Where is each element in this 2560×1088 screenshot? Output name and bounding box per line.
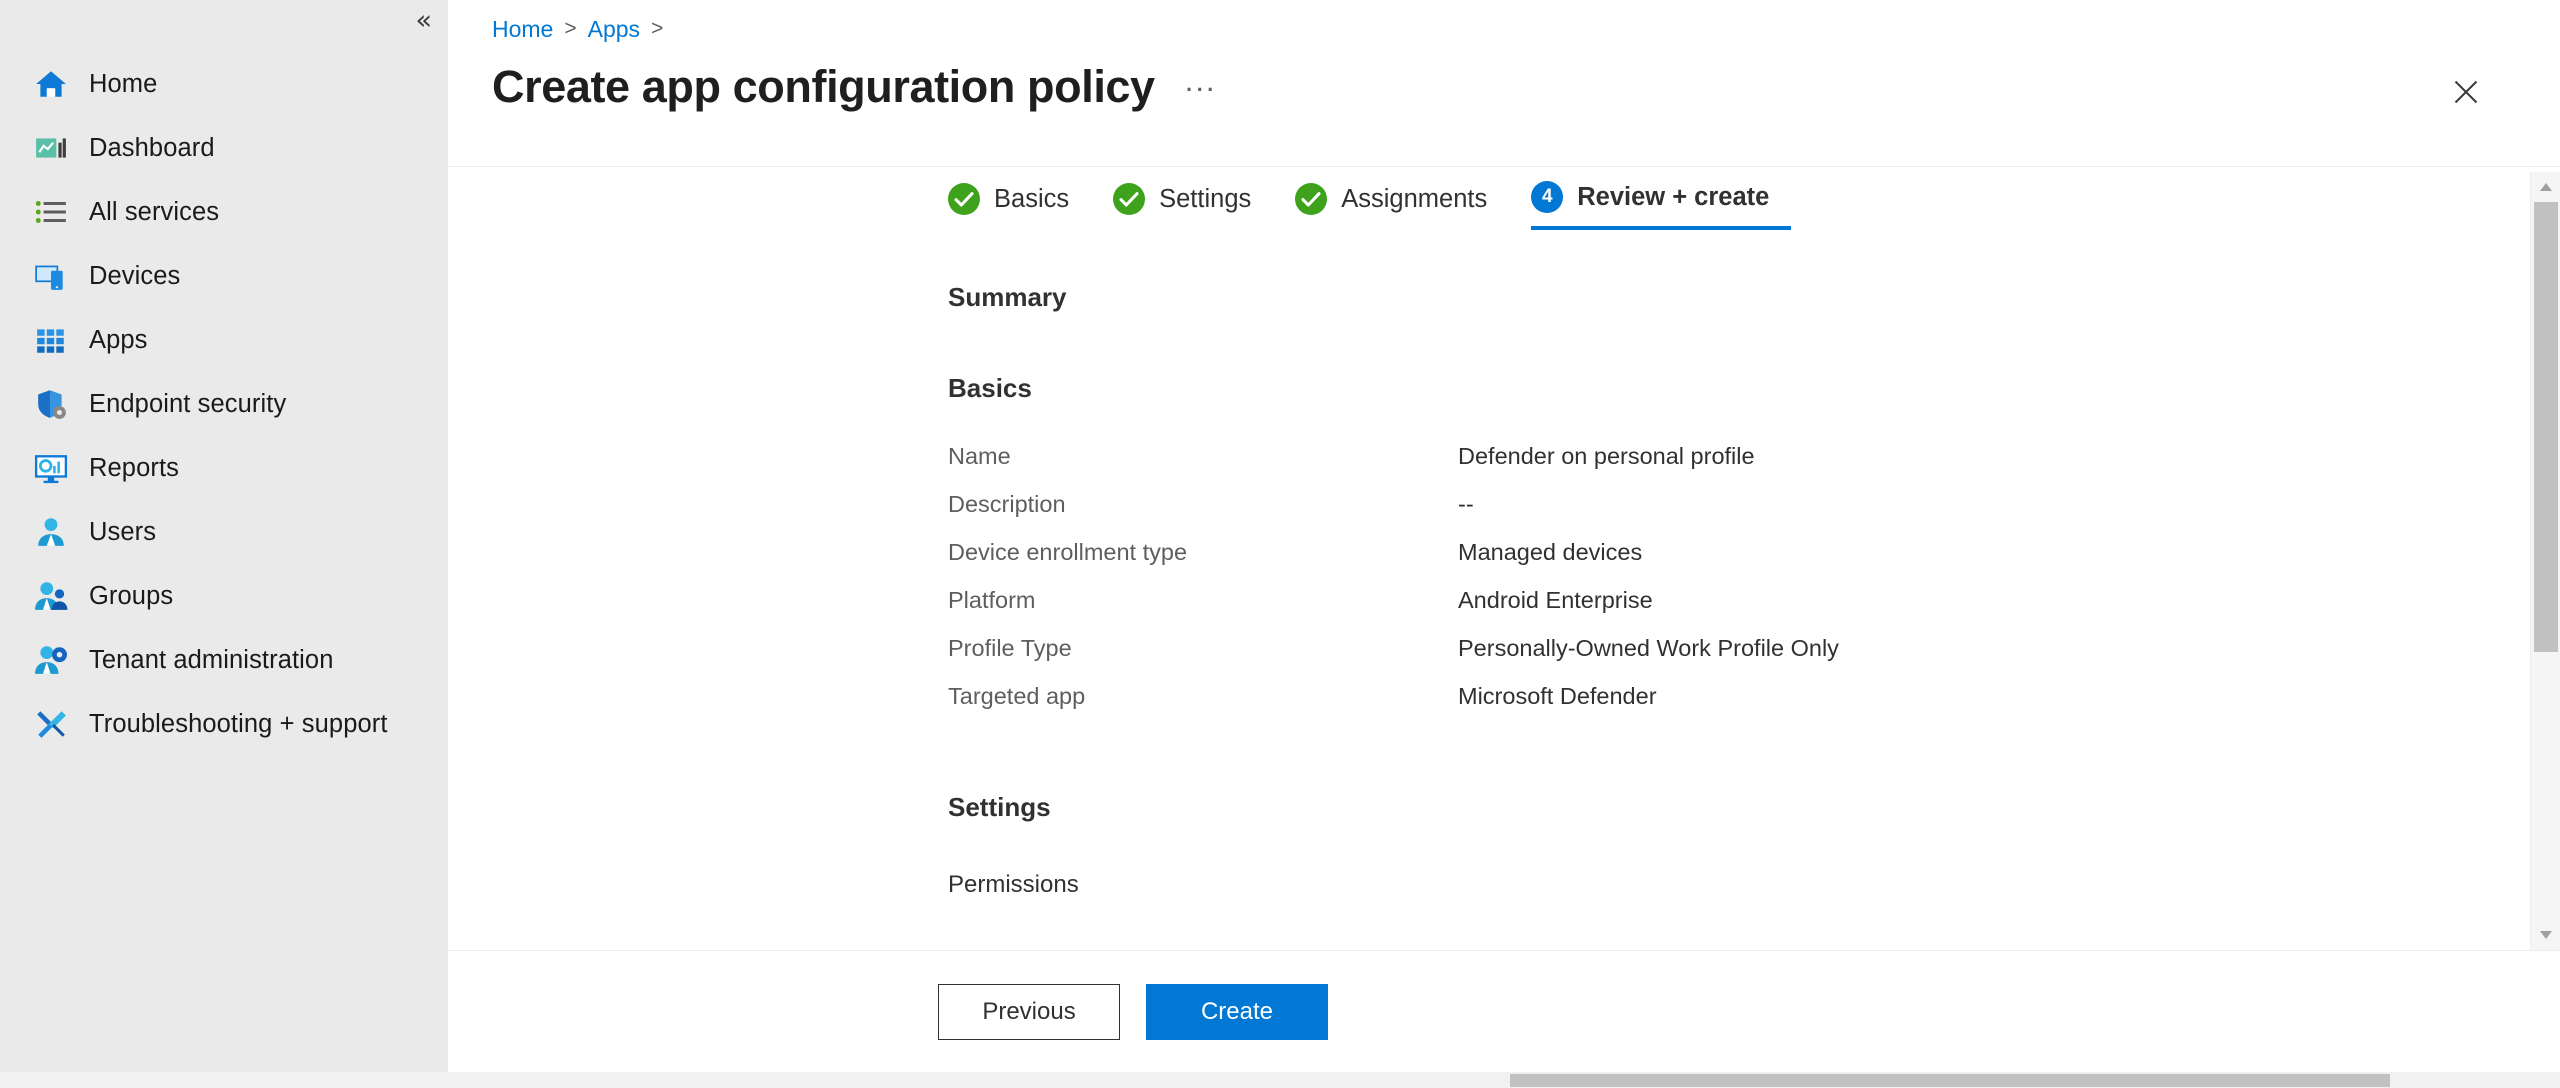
check-circle-icon <box>948 183 980 215</box>
table-row: Profile Type Personally-Owned Work Profi… <box>948 624 2560 672</box>
left-navigation-sidebar: « Home Dashboard All services Devices Ap… <box>0 0 448 1088</box>
scrollbar-thumb[interactable] <box>2534 202 2558 652</box>
property-value: Android Enterprise <box>1458 586 1653 613</box>
collapse-sidebar-icon[interactable]: « <box>415 7 431 34</box>
close-icon <box>2454 80 2478 104</box>
sidebar-item-home[interactable]: Home <box>0 52 448 116</box>
basics-heading: Basics <box>948 373 1032 403</box>
sidebar-item-label: All services <box>89 197 220 226</box>
shield-gear-icon <box>34 387 68 421</box>
sidebar-item-label: Reports <box>89 453 179 482</box>
intune-admin-center: « Home Dashboard All services Devices Ap… <box>0 0 2560 1088</box>
sidebar-item-groups[interactable]: Groups <box>0 564 448 628</box>
header-divider <box>448 166 2560 167</box>
vertical-scrollbar[interactable] <box>2530 172 2560 950</box>
horizontal-scrollbar[interactable] <box>0 1072 2560 1088</box>
sidebar-collapse-row: « <box>0 0 448 40</box>
scroll-down-icon[interactable] <box>2531 920 2560 950</box>
tab-assignments[interactable]: Assignments <box>1295 168 1509 230</box>
sidebar-nav-list: Home Dashboard All services Devices Apps… <box>0 52 448 756</box>
sidebar-item-label: Endpoint security <box>89 389 287 418</box>
table-row: Name Defender on personal profile <box>948 432 2560 480</box>
sidebar-item-apps[interactable]: Apps <box>0 308 448 372</box>
horizontal-scrollbar-thumb[interactable] <box>1510 1074 2390 1087</box>
property-value: Defender on personal profile <box>1458 442 1755 469</box>
sidebar-item-endpoint-security[interactable]: Endpoint security <box>0 372 448 436</box>
page-title: Create app configuration policy <box>492 61 1155 112</box>
breadcrumb: Home > Apps > <box>448 0 2560 44</box>
tab-review-create[interactable]: 4 Review + create <box>1531 168 1792 230</box>
wizard-tabs: Basics Settings Assignments 4 Review + c… <box>448 168 2560 230</box>
property-key: Profile Type <box>948 634 1072 661</box>
user-icon <box>34 515 68 549</box>
sidebar-item-label: Users <box>89 517 157 546</box>
check-circle-icon <box>1295 183 1328 215</box>
property-value: Personally-Owned Work Profile Only <box>1458 634 1839 661</box>
table-row: Platform Android Enterprise <box>948 576 2560 624</box>
review-content: Summary Basics Name Defender on personal… <box>448 230 2560 899</box>
tab-label: Assignments <box>1341 184 1488 213</box>
sidebar-item-label: Tenant administration <box>89 645 334 674</box>
property-key: Description <box>948 490 1066 517</box>
home-icon <box>34 67 68 101</box>
breadcrumb-item-apps[interactable]: Apps <box>588 16 640 43</box>
reports-monitor-icon <box>34 451 68 485</box>
sidebar-item-reports[interactable]: Reports <box>0 436 448 500</box>
sidebar-item-troubleshooting-support[interactable]: Troubleshooting + support <box>0 692 448 756</box>
summary-heading: Summary <box>948 282 1067 312</box>
sidebar-item-tenant-administration[interactable]: Tenant administration <box>0 628 448 692</box>
title-row: Create app configuration policy ... <box>448 58 2560 116</box>
sidebar-item-all-services[interactable]: All services <box>0 180 448 244</box>
table-row: Device enrollment type Managed devices <box>948 528 2560 576</box>
tenant-admin-icon <box>34 643 68 677</box>
tab-basics[interactable]: Basics <box>948 168 1091 230</box>
step-number-badge: 4 <box>1531 181 1564 213</box>
property-key: Platform <box>948 586 1036 613</box>
property-key: Device enrollment type <box>948 538 1188 565</box>
property-value: Managed devices <box>1458 538 1643 565</box>
tab-label: Basics <box>994 184 1070 213</box>
table-row: Description -- <box>948 480 2560 528</box>
sidebar-item-devices[interactable]: Devices <box>0 244 448 308</box>
all-services-icon <box>34 195 68 229</box>
settings-heading: Settings <box>948 792 1051 822</box>
breadcrumb-item-home[interactable]: Home <box>492 16 553 43</box>
basics-properties-table: Name Defender on personal profile Descri… <box>948 432 2560 720</box>
blade-footer: Previous Create <box>448 950 2560 1072</box>
wrench-screwdriver-icon <box>34 707 68 741</box>
sidebar-item-users[interactable]: Users <box>0 500 448 564</box>
tab-label: Review + create <box>1577 182 1770 211</box>
sidebar-item-label: Dashboard <box>89 133 215 162</box>
property-key: Targeted app <box>948 682 1086 709</box>
tab-settings[interactable]: Settings <box>1113 168 1273 230</box>
groups-icon <box>34 579 68 613</box>
breadcrumb-separator-icon: > <box>651 17 664 40</box>
previous-button[interactable]: Previous <box>938 983 1120 1040</box>
property-value: Microsoft Defender <box>1458 682 1657 709</box>
dashboard-icon <box>34 131 68 165</box>
more-options-icon[interactable]: ... <box>1185 65 1217 103</box>
create-button[interactable]: Create <box>1146 983 1328 1040</box>
check-circle-icon <box>1113 183 1146 215</box>
close-blade-button[interactable] <box>2444 70 2488 114</box>
sidebar-item-label: Groups <box>89 581 174 610</box>
sidebar-item-label: Devices <box>89 261 181 290</box>
property-key: Name <box>948 442 1011 469</box>
apps-grid-icon <box>34 323 68 357</box>
breadcrumb-separator-icon: > <box>564 17 577 40</box>
main-blade: Home > Apps > Create app configuration p… <box>448 0 2560 1088</box>
sidebar-item-label: Apps <box>89 325 148 354</box>
devices-icon <box>34 259 68 293</box>
table-row: Targeted app Microsoft Defender <box>948 672 2560 720</box>
property-value: -- <box>1458 490 1474 517</box>
scroll-up-icon[interactable] <box>2531 172 2560 202</box>
tab-label: Settings <box>1159 184 1252 213</box>
sidebar-item-label: Troubleshooting + support <box>89 709 388 738</box>
permissions-heading: Permissions <box>948 871 1079 898</box>
sidebar-item-label: Home <box>89 69 158 98</box>
sidebar-item-dashboard[interactable]: Dashboard <box>0 116 448 180</box>
